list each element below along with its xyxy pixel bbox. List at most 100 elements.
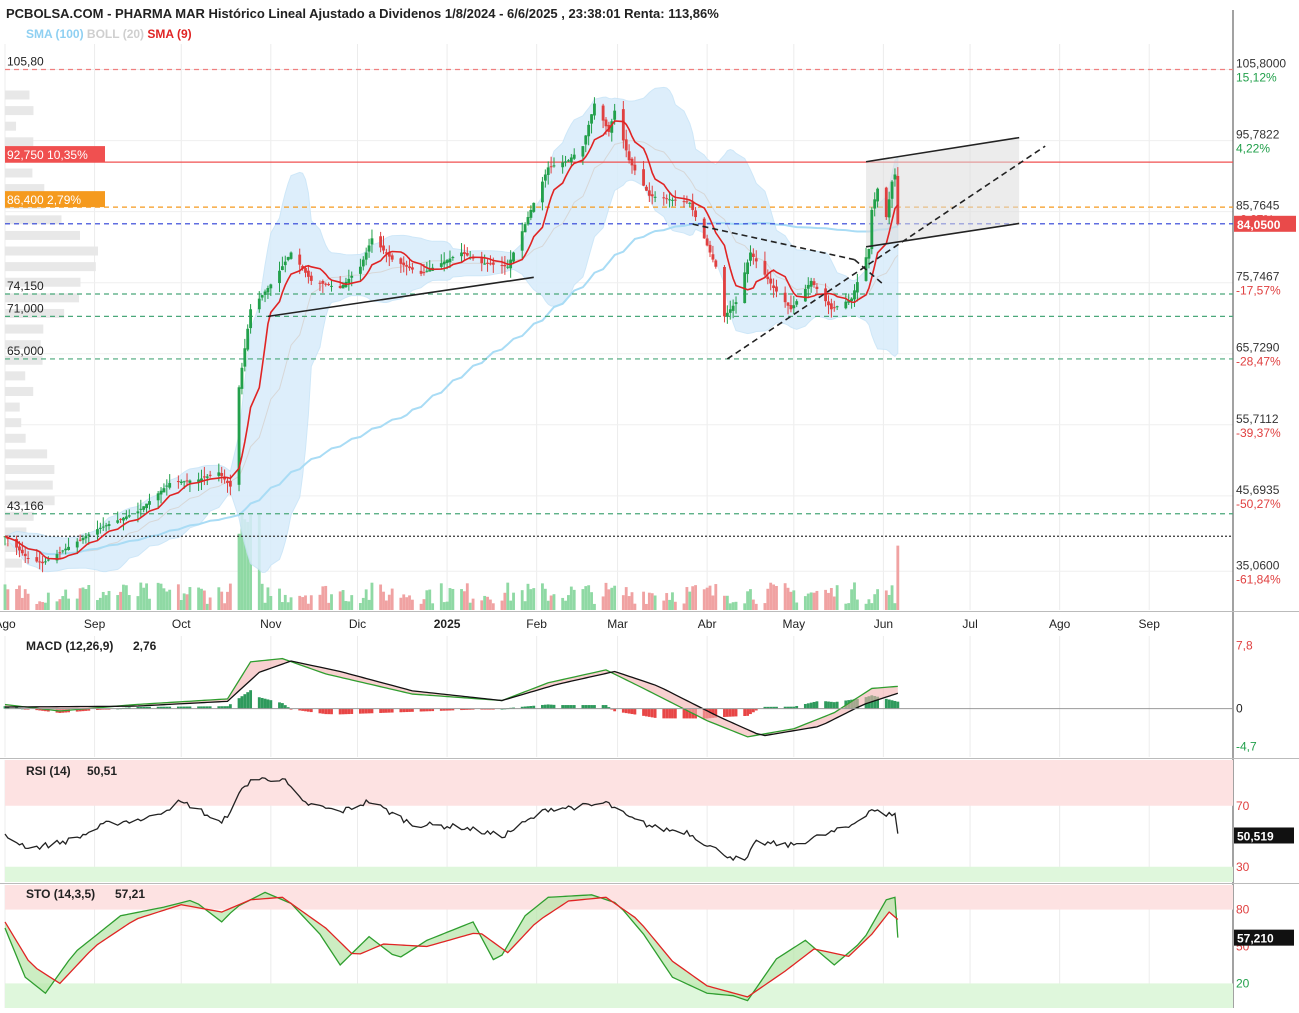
macd-histogram-bar xyxy=(749,708,752,715)
rsi-overbought-zone xyxy=(5,760,1233,806)
candle-body xyxy=(448,258,452,263)
macd-histogram-bar xyxy=(812,701,816,709)
candle-body xyxy=(269,284,273,289)
volume-bar xyxy=(731,602,735,610)
pct-label: -39,37% xyxy=(1236,426,1281,440)
macd-histogram-bar xyxy=(832,702,836,709)
volume-bar xyxy=(344,601,348,610)
candle-body xyxy=(705,238,709,246)
macd-histogram-bar xyxy=(662,708,666,719)
volume-bar xyxy=(107,590,111,610)
x-tick-label: Ago xyxy=(0,617,16,631)
candle-body xyxy=(266,287,270,293)
volume-bar xyxy=(668,599,671,610)
volume-bar xyxy=(607,589,611,610)
candle-body xyxy=(552,165,556,167)
macd-histogram-bar xyxy=(546,704,550,709)
volume-bar xyxy=(532,588,536,610)
x-tick-label: May xyxy=(782,617,805,631)
macd-histogram-bar xyxy=(350,708,354,714)
volume-bar xyxy=(223,603,227,610)
x-tick-label: Mar xyxy=(607,617,628,631)
macd-histogram-bar xyxy=(630,708,634,715)
y-tick-label: 75,7467 xyxy=(1236,270,1280,284)
candle-body xyxy=(772,285,775,288)
candle-body xyxy=(208,474,212,476)
macd-histogram-bar xyxy=(390,708,394,713)
volume-profile-bar xyxy=(5,262,96,272)
volume-bar xyxy=(500,600,504,610)
volume-bar xyxy=(410,599,414,610)
volume-bar xyxy=(642,591,645,610)
volume-bar xyxy=(850,589,854,610)
volume-bar xyxy=(569,586,573,610)
volume-bar xyxy=(864,603,868,610)
macd-histogram-bar xyxy=(543,704,547,709)
macd-histogram-bar xyxy=(358,708,362,714)
candle-body xyxy=(682,201,686,203)
candle-body xyxy=(593,103,596,116)
volume-bar xyxy=(84,589,88,610)
macd-histogram-bar xyxy=(257,697,261,709)
volume-bar xyxy=(587,585,591,610)
candle-body xyxy=(647,190,651,196)
candle-body xyxy=(520,231,524,251)
macd-histogram-bar xyxy=(746,708,749,716)
candle-body xyxy=(104,525,108,527)
y-tick-label: 35,0600 xyxy=(1236,558,1280,572)
volume-bar xyxy=(812,592,816,610)
candle-body xyxy=(549,166,553,168)
volume-profile-bar xyxy=(5,464,55,474)
level-label: 65,000 xyxy=(7,344,44,358)
candle-body xyxy=(803,289,807,302)
macd-histogram-bar xyxy=(370,708,374,714)
volume-bar xyxy=(630,592,634,610)
volume-bar xyxy=(182,593,186,610)
macd-histogram-bar xyxy=(280,703,284,709)
macd-histogram-bar xyxy=(324,708,328,715)
macd-histogram-bar xyxy=(621,708,625,713)
volume-bar xyxy=(827,592,830,610)
macd-fill xyxy=(5,658,898,737)
macd-histogram-bar xyxy=(728,708,732,717)
volume-profile-bar xyxy=(5,371,26,381)
volume-bar xyxy=(653,595,657,610)
candle-body xyxy=(61,550,65,552)
candle-body xyxy=(280,266,284,270)
candle-body xyxy=(306,270,310,277)
volume-bar xyxy=(309,595,313,610)
volume-bar xyxy=(694,585,697,610)
macd-histogram-bar xyxy=(824,701,828,709)
volume-bar xyxy=(361,597,365,610)
candle-body xyxy=(844,301,848,309)
candle-body xyxy=(627,151,631,161)
price-chart: Ago Sep Oct Nov Dic 2025 Feb Mar Abr May Jun Jul Ago… xyxy=(0,10,1299,1008)
candle-body xyxy=(422,272,426,274)
macd-histogram-bar xyxy=(399,708,403,713)
volume-bar xyxy=(41,602,44,610)
volume-bar xyxy=(486,596,489,610)
volume-bar xyxy=(746,591,749,610)
candle-body xyxy=(124,516,128,519)
candle-body xyxy=(812,281,816,285)
volume-bar xyxy=(26,593,30,610)
volume-bar xyxy=(809,592,813,610)
candle-body xyxy=(408,266,411,269)
volume-bar xyxy=(702,589,706,610)
candle-body xyxy=(867,248,871,259)
macd-histogram-bar xyxy=(567,705,570,709)
candle-body xyxy=(168,483,172,488)
level-label: 86,400 2,79% xyxy=(7,193,81,207)
volume-bar xyxy=(278,588,281,610)
volume-bar xyxy=(38,601,42,610)
candle-body xyxy=(188,480,192,483)
volume-bar xyxy=(792,590,796,610)
candle-body xyxy=(708,244,712,253)
candle-body xyxy=(645,186,648,191)
volume-bar xyxy=(448,588,452,610)
macd-histogram-bar xyxy=(723,708,726,717)
x-tick-label: Feb xyxy=(526,617,547,631)
volume-bar xyxy=(844,603,848,610)
candle-body xyxy=(751,253,755,257)
macd-histogram-bar xyxy=(330,708,333,715)
